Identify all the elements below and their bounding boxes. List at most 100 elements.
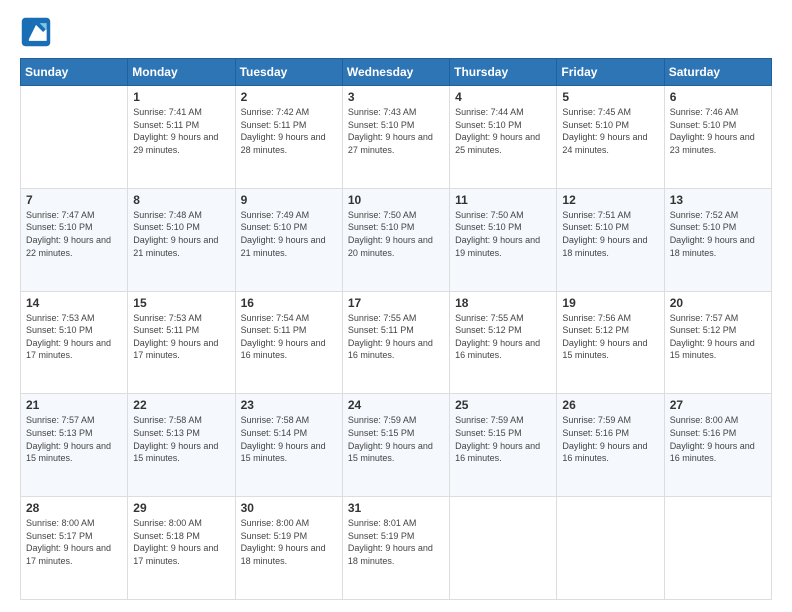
calendar-cell: 26 Sunrise: 7:59 AMSunset: 5:16 PMDaylig… [557,394,664,497]
calendar-cell: 31 Sunrise: 8:01 AMSunset: 5:19 PMDaylig… [342,497,449,600]
day-number: 13 [670,193,766,207]
day-number: 18 [455,296,551,310]
header [20,16,772,48]
cell-info: Sunrise: 7:58 AMSunset: 5:14 PMDaylight:… [241,414,337,464]
calendar-cell [450,497,557,600]
cell-info: Sunrise: 7:58 AMSunset: 5:13 PMDaylight:… [133,414,229,464]
logo-icon [20,16,52,48]
calendar-table: SundayMondayTuesdayWednesdayThursdayFrid… [20,58,772,600]
cell-info: Sunrise: 8:01 AMSunset: 5:19 PMDaylight:… [348,517,444,567]
cell-info: Sunrise: 7:45 AMSunset: 5:10 PMDaylight:… [562,106,658,156]
day-number: 12 [562,193,658,207]
cell-info: Sunrise: 7:44 AMSunset: 5:10 PMDaylight:… [455,106,551,156]
cell-info: Sunrise: 7:57 AMSunset: 5:13 PMDaylight:… [26,414,122,464]
cell-info: Sunrise: 7:49 AMSunset: 5:10 PMDaylight:… [241,209,337,259]
calendar-cell: 5 Sunrise: 7:45 AMSunset: 5:10 PMDayligh… [557,86,664,189]
week-row-2: 14 Sunrise: 7:53 AMSunset: 5:10 PMDaylig… [21,291,772,394]
cell-info: Sunrise: 8:00 AMSunset: 5:16 PMDaylight:… [670,414,766,464]
calendar-cell: 27 Sunrise: 8:00 AMSunset: 5:16 PMDaylig… [664,394,771,497]
cell-info: Sunrise: 7:57 AMSunset: 5:12 PMDaylight:… [670,312,766,362]
day-number: 21 [26,398,122,412]
weekday-header-tuesday: Tuesday [235,59,342,86]
calendar-cell [557,497,664,600]
calendar-cell: 20 Sunrise: 7:57 AMSunset: 5:12 PMDaylig… [664,291,771,394]
cell-info: Sunrise: 7:46 AMSunset: 5:10 PMDaylight:… [670,106,766,156]
calendar-cell: 13 Sunrise: 7:52 AMSunset: 5:10 PMDaylig… [664,188,771,291]
day-number: 31 [348,501,444,515]
cell-info: Sunrise: 8:00 AMSunset: 5:18 PMDaylight:… [133,517,229,567]
calendar-cell: 10 Sunrise: 7:50 AMSunset: 5:10 PMDaylig… [342,188,449,291]
cell-info: Sunrise: 7:43 AMSunset: 5:10 PMDaylight:… [348,106,444,156]
calendar-cell: 12 Sunrise: 7:51 AMSunset: 5:10 PMDaylig… [557,188,664,291]
cell-info: Sunrise: 7:59 AMSunset: 5:15 PMDaylight:… [348,414,444,464]
week-row-3: 21 Sunrise: 7:57 AMSunset: 5:13 PMDaylig… [21,394,772,497]
logo [20,16,56,48]
cell-info: Sunrise: 8:00 AMSunset: 5:17 PMDaylight:… [26,517,122,567]
day-number: 30 [241,501,337,515]
calendar-cell: 18 Sunrise: 7:55 AMSunset: 5:12 PMDaylig… [450,291,557,394]
calendar-cell: 3 Sunrise: 7:43 AMSunset: 5:10 PMDayligh… [342,86,449,189]
calendar-cell: 2 Sunrise: 7:42 AMSunset: 5:11 PMDayligh… [235,86,342,189]
cell-info: Sunrise: 7:55 AMSunset: 5:12 PMDaylight:… [455,312,551,362]
cell-info: Sunrise: 7:52 AMSunset: 5:10 PMDaylight:… [670,209,766,259]
day-number: 15 [133,296,229,310]
weekday-header-sunday: Sunday [21,59,128,86]
calendar-cell: 9 Sunrise: 7:49 AMSunset: 5:10 PMDayligh… [235,188,342,291]
calendar-cell: 6 Sunrise: 7:46 AMSunset: 5:10 PMDayligh… [664,86,771,189]
cell-info: Sunrise: 7:42 AMSunset: 5:11 PMDaylight:… [241,106,337,156]
calendar-cell: 7 Sunrise: 7:47 AMSunset: 5:10 PMDayligh… [21,188,128,291]
day-number: 4 [455,90,551,104]
page: SundayMondayTuesdayWednesdayThursdayFrid… [0,0,792,612]
day-number: 1 [133,90,229,104]
cell-info: Sunrise: 7:59 AMSunset: 5:16 PMDaylight:… [562,414,658,464]
calendar-cell [664,497,771,600]
cell-info: Sunrise: 7:53 AMSunset: 5:11 PMDaylight:… [133,312,229,362]
cell-info: Sunrise: 7:50 AMSunset: 5:10 PMDaylight:… [348,209,444,259]
calendar-cell: 30 Sunrise: 8:00 AMSunset: 5:19 PMDaylig… [235,497,342,600]
day-number: 22 [133,398,229,412]
cell-info: Sunrise: 7:51 AMSunset: 5:10 PMDaylight:… [562,209,658,259]
calendar-cell: 16 Sunrise: 7:54 AMSunset: 5:11 PMDaylig… [235,291,342,394]
cell-info: Sunrise: 7:47 AMSunset: 5:10 PMDaylight:… [26,209,122,259]
weekday-header-saturday: Saturday [664,59,771,86]
calendar-cell: 19 Sunrise: 7:56 AMSunset: 5:12 PMDaylig… [557,291,664,394]
calendar-cell: 4 Sunrise: 7:44 AMSunset: 5:10 PMDayligh… [450,86,557,189]
day-number: 28 [26,501,122,515]
day-number: 16 [241,296,337,310]
calendar-cell: 17 Sunrise: 7:55 AMSunset: 5:11 PMDaylig… [342,291,449,394]
day-number: 20 [670,296,766,310]
calendar-cell: 11 Sunrise: 7:50 AMSunset: 5:10 PMDaylig… [450,188,557,291]
calendar-cell: 29 Sunrise: 8:00 AMSunset: 5:18 PMDaylig… [128,497,235,600]
day-number: 27 [670,398,766,412]
day-number: 7 [26,193,122,207]
day-number: 5 [562,90,658,104]
cell-info: Sunrise: 7:50 AMSunset: 5:10 PMDaylight:… [455,209,551,259]
calendar-cell: 22 Sunrise: 7:58 AMSunset: 5:13 PMDaylig… [128,394,235,497]
cell-info: Sunrise: 7:55 AMSunset: 5:11 PMDaylight:… [348,312,444,362]
weekday-header-thursday: Thursday [450,59,557,86]
weekday-header-row: SundayMondayTuesdayWednesdayThursdayFrid… [21,59,772,86]
day-number: 26 [562,398,658,412]
day-number: 25 [455,398,551,412]
day-number: 2 [241,90,337,104]
cell-info: Sunrise: 7:48 AMSunset: 5:10 PMDaylight:… [133,209,229,259]
day-number: 8 [133,193,229,207]
day-number: 14 [26,296,122,310]
cell-info: Sunrise: 7:59 AMSunset: 5:15 PMDaylight:… [455,414,551,464]
cell-info: Sunrise: 7:53 AMSunset: 5:10 PMDaylight:… [26,312,122,362]
day-number: 9 [241,193,337,207]
cell-info: Sunrise: 8:00 AMSunset: 5:19 PMDaylight:… [241,517,337,567]
weekday-header-wednesday: Wednesday [342,59,449,86]
calendar-cell [21,86,128,189]
calendar-cell: 25 Sunrise: 7:59 AMSunset: 5:15 PMDaylig… [450,394,557,497]
week-row-0: 1 Sunrise: 7:41 AMSunset: 5:11 PMDayligh… [21,86,772,189]
day-number: 17 [348,296,444,310]
day-number: 6 [670,90,766,104]
day-number: 24 [348,398,444,412]
day-number: 23 [241,398,337,412]
calendar-cell: 28 Sunrise: 8:00 AMSunset: 5:17 PMDaylig… [21,497,128,600]
week-row-1: 7 Sunrise: 7:47 AMSunset: 5:10 PMDayligh… [21,188,772,291]
calendar-cell: 8 Sunrise: 7:48 AMSunset: 5:10 PMDayligh… [128,188,235,291]
weekday-header-monday: Monday [128,59,235,86]
cell-info: Sunrise: 7:54 AMSunset: 5:11 PMDaylight:… [241,312,337,362]
